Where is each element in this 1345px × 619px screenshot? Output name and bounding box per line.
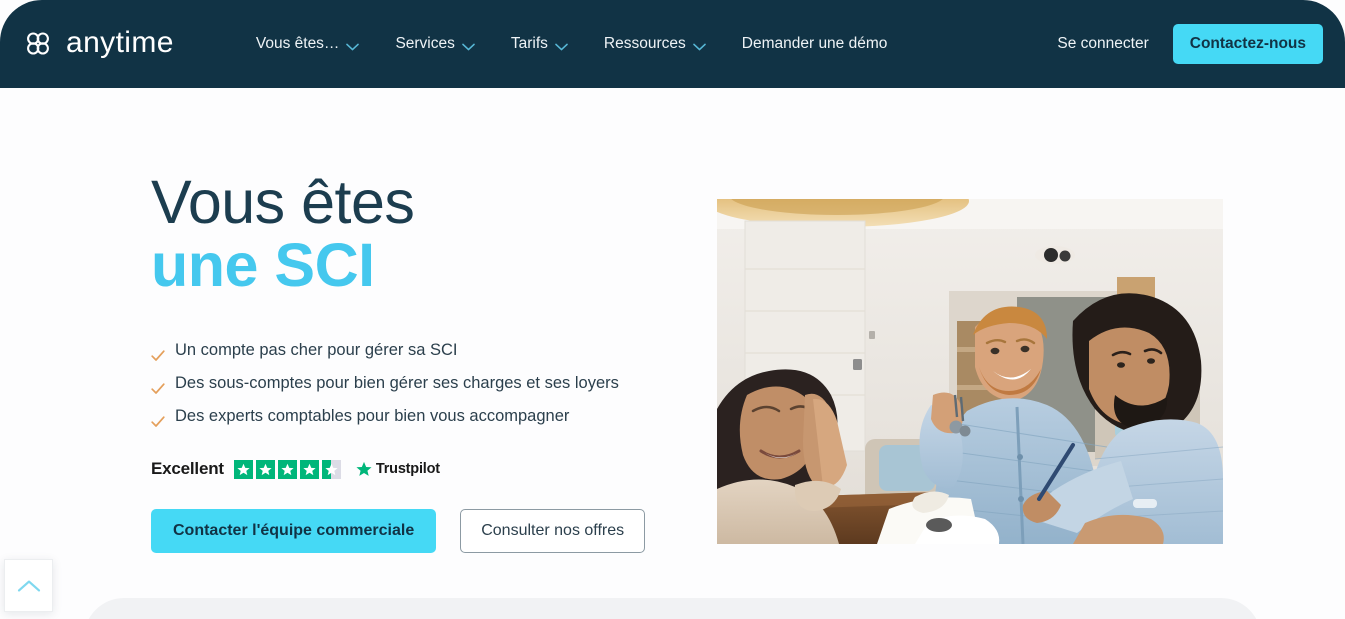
header-actions: Se connecter Contactez-nous [1057,24,1323,64]
brand-name: anytime [66,25,174,59]
contact-us-button[interactable]: Contactez-nous [1172,24,1323,64]
nav-label: Services [395,35,455,52]
site-header: anytime Vous êtes… Services Tarifs Resso… [0,0,1345,88]
trustpilot-logo: Trustpilot [356,461,440,477]
nav-item-vous-etes[interactable]: Vous êtes… [238,29,378,59]
list-item-label: Des experts comptables pour bien vous ac… [175,407,570,426]
main-navigation: Vous êtes… Services Tarifs Ressources De… [238,29,906,59]
hero-title-line-2: une SCI [151,230,375,299]
nav-item-services[interactable]: Services [377,29,492,59]
hero-feature-list: Un compte pas cher pour gérer sa SCI Des… [151,339,691,428]
hero-copy: Vous êtes une SCI Un compte pas cher pou… [151,171,691,554]
half-star-icon [321,459,341,479]
nav-item-tarifs[interactable]: Tarifs [493,29,586,59]
chevron-down-icon [692,41,706,51]
brand-logo[interactable]: anytime [21,27,174,61]
page-title: Vous êtes une SCI [151,171,691,297]
trustpilot-star-icon [356,462,372,477]
landing-page: anytime Vous êtes… Services Tarifs Resso… [0,0,1345,619]
nav-item-demander-une-demo[interactable]: Demander une démo [724,29,906,59]
trustpilot-stars [233,459,341,479]
contact-sales-button[interactable]: Contacter l'équipe commerciale [151,509,437,554]
star-icon [233,459,253,479]
list-item: Un compte pas cher pour gérer sa SCI [151,339,691,361]
view-offers-button[interactable]: Consulter nos offres [460,509,646,554]
nav-item-ressources[interactable]: Ressources [586,29,724,59]
list-item-label: Un compte pas cher pour gérer sa SCI [175,340,458,359]
trustpilot-brand-label: Trustpilot [375,461,440,478]
check-icon [151,344,165,361]
hero-section: Vous êtes une SCI Un compte pas cher pou… [0,88,1345,558]
hero-title-line-1: Vous êtes [151,168,415,236]
nav-label: Vous êtes… [255,35,340,52]
next-section-peek [84,598,1261,619]
star-icon [299,459,319,479]
list-item: Des sous-comptes pour bien gérer ses cha… [151,372,691,394]
hero-image [717,199,1223,544]
list-item: Des experts comptables pour bien vous ac… [151,405,691,428]
list-item-label: Des sous-comptes pour bien gérer ses cha… [175,373,619,392]
trustpilot-rating-label: Excellent [151,459,224,479]
chevron-down-icon [462,41,475,51]
check-icon [151,377,165,394]
star-icon [277,459,297,479]
chevron-up-icon [17,579,41,593]
hero-photo-illustration [717,199,1223,544]
login-link[interactable]: Se connecter [1057,35,1148,53]
trustpilot-widget[interactable]: Excellent Trustpilot [151,459,691,479]
scroll-to-top-button[interactable] [4,559,53,612]
clover-logo-icon [21,27,55,61]
nav-label: Tarifs [510,35,548,52]
star-icon [255,459,275,479]
nav-label: Demander une démo [741,35,888,52]
hero-cta-group: Contacter l'équipe commerciale Consulter… [151,509,691,554]
nav-label: Ressources [603,35,686,52]
chevron-down-icon [555,41,568,51]
check-icon [151,410,165,428]
chevron-down-icon [346,41,360,51]
